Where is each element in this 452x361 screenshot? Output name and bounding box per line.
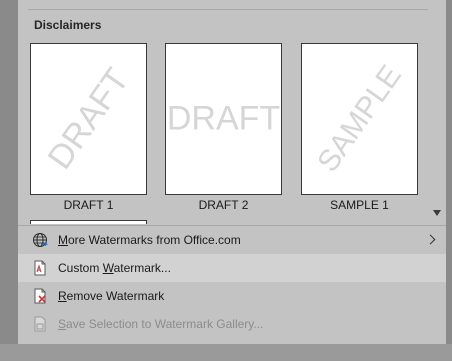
watermark-label: DRAFT 2 <box>198 198 249 212</box>
save-selection-menu-item: Save Selection to Watermark Gallery... <box>18 310 446 338</box>
window-background-bottom <box>0 344 452 361</box>
window-background-right <box>446 0 452 361</box>
watermark-thumbnail-partial[interactable] <box>30 220 147 224</box>
watermark-label: SAMPLE 1 <box>330 198 389 212</box>
watermark-preview-text: SAMPLE <box>310 59 408 179</box>
more-watermarks-menu-item[interactable]: More Watermarks from Office.com <box>18 226 446 254</box>
remove-watermark-label: Remove Watermark <box>58 289 165 303</box>
gallery-scrollbar[interactable] <box>430 0 446 225</box>
globe-icon <box>33 233 48 247</box>
more-watermarks-label: More Watermarks from Office.com <box>58 233 241 247</box>
watermark-thumbnail-draft-2[interactable]: DRAFT <box>165 43 282 195</box>
top-divider <box>28 9 428 10</box>
watermark-dropdown-panel: Disclaimers DRAFT DRAFT 1 DRAFT DRAFT 2 … <box>18 0 446 344</box>
section-header-disclaimers: Disclaimers <box>34 18 102 32</box>
custom-watermark-icon <box>34 260 46 276</box>
save-watermark-icon <box>34 316 46 332</box>
watermark-gallery: DRAFT DRAFT 1 DRAFT DRAFT 2 SAMPLE SAMPL… <box>18 38 430 224</box>
watermark-preview-text: DRAFT <box>40 61 137 177</box>
watermark-label: DRAFT 1 <box>63 198 114 212</box>
save-selection-label: Save Selection to Watermark Gallery... <box>58 317 264 331</box>
watermark-menu: More Watermarks from Office.com Custom W… <box>18 226 446 338</box>
window-background-left <box>0 0 18 361</box>
custom-watermark-label: Custom Watermark... <box>58 261 171 275</box>
watermark-thumbnail-draft-1[interactable]: DRAFT <box>30 43 147 195</box>
watermark-thumbnail-sample-1[interactable]: SAMPLE <box>301 43 418 195</box>
remove-watermark-menu-item[interactable]: Remove Watermark <box>18 282 446 310</box>
custom-watermark-menu-item[interactable]: Custom Watermark... <box>18 254 446 282</box>
watermark-preview-text: DRAFT <box>166 99 281 138</box>
chevron-right-icon <box>425 234 436 245</box>
remove-watermark-icon <box>34 288 46 304</box>
scroll-down-icon[interactable] <box>433 210 441 216</box>
